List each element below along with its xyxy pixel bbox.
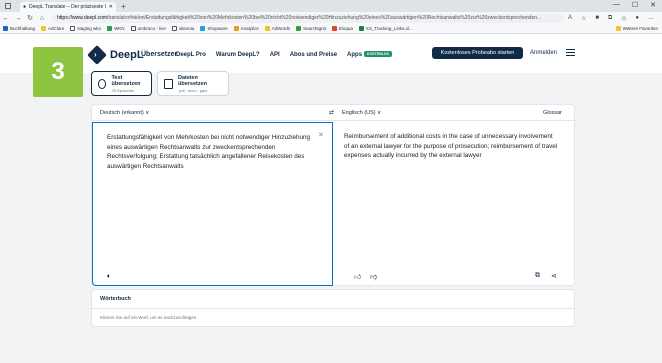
analytics-icon [233, 26, 239, 31]
excel-icon [358, 26, 364, 31]
reload-icon[interactable]: ↻ [24, 14, 36, 22]
copy-icon[interactable]: ⧉ [535, 272, 540, 280]
mode-subtitle: .pdf, .docx, .pptx [177, 87, 208, 93]
page-icon [130, 26, 136, 31]
close-window-icon[interactable]: ✕ [650, 1, 656, 9]
new-tab-icon[interactable]: + [121, 2, 126, 11]
speaker-icon[interactable]: 🔈︎ [107, 273, 111, 281]
nav-api[interactable]: API [270, 52, 280, 58]
brand-subtitle[interactable]: Übersetzer [141, 51, 177, 58]
nav-pricing[interactable]: Abos und Preise [290, 52, 337, 58]
site-icon [331, 26, 337, 31]
back-icon[interactable]: ← [0, 15, 12, 22]
logo-glyph: › [94, 50, 97, 59]
nav-apps[interactable]: Apps KOSTENLOS [347, 51, 392, 58]
language-row: Deutsch (erkannt) ∨ ⇄ Englisch (US) ∨ Gl… [92, 105, 576, 121]
deepl-logo-icon[interactable] [87, 45, 107, 65]
mode-title: Text übersetzen [111, 74, 141, 87]
target-text[interactable]: Reimbursement of additional costs in the… [344, 132, 559, 161]
maximize-icon[interactable]: ☐ [632, 1, 638, 9]
tab-favicon-icon: ● [23, 4, 27, 10]
folder-icon [3, 26, 8, 31]
bookmark-item[interactable]: Eloqua [331, 26, 353, 31]
bookmark-item[interactable]: staging wko [70, 26, 101, 31]
site-icon [296, 26, 302, 31]
mode-subtitle: 29 Sprachen [111, 87, 135, 93]
document-icon [164, 78, 173, 89]
browser-tab[interactable]: ● DeepL Translate – Der präziseste Übers… [20, 2, 116, 12]
bookmark-item[interactable]: siteonia [171, 26, 194, 31]
globe-icon [98, 78, 107, 89]
tab-title: DeepL Translate – Der präziseste Überset… [29, 4, 106, 10]
free-trial-button[interactable]: Kostenloses Probeabo starten [432, 47, 523, 59]
folder-icon [41, 26, 47, 31]
mode-title: Dateien übersetzen [177, 74, 208, 87]
bookmark-item[interactable]: XS_Tracking_Links.xl... [358, 26, 413, 31]
url-field[interactable]: https://www.deepl.com/translator#de/en/E… [52, 13, 565, 23]
nav-deepl-pro[interactable]: DeepL Pro [176, 52, 206, 58]
bookmark-item[interactable]: SearchIgnit [296, 26, 326, 31]
swap-languages-icon[interactable]: ⇄ [329, 109, 334, 116]
extension-icons: A ☆ ■ ⧉ ✩ ● … [568, 15, 662, 22]
translate-text-tab[interactable]: Text übersetzen 29 Sprachen [91, 71, 152, 96]
bookmark-item[interactable]: AdClare [41, 26, 64, 31]
dictionary-panel: Wörterbuch Klicken Sie auf ein Wort, um … [91, 289, 575, 327]
address-bar: ← → ↻ ⌂ https://www.deepl.com/translator… [0, 12, 662, 24]
dictionary-hint: Klicken Sie auf ein Wort, um es nachzusc… [100, 315, 198, 320]
thumbs-up-icon[interactable]: 👍︎ [354, 272, 361, 281]
brand-name[interactable]: DeepL [110, 49, 144, 61]
clear-text-icon[interactable]: ✕ [318, 131, 324, 139]
share-icon[interactable]: ⋖ [551, 272, 557, 280]
main-nav: DeepL Pro Warum DeepL? API Abos und Prei… [176, 51, 392, 58]
favorite-star-icon[interactable]: ☆ [581, 15, 586, 22]
site-icon [107, 26, 113, 31]
folder-icon [615, 26, 621, 31]
window-menu-icon[interactable] [5, 3, 11, 9]
adwords-icon [264, 26, 270, 31]
url-domain: https://www.deepl.com [57, 15, 108, 21]
bookmark-item[interactable]: WKN [107, 26, 125, 31]
target-language-select[interactable]: Englisch (US) ∨ [342, 110, 381, 116]
other-favorites[interactable]: Weitere Favoriten [615, 26, 658, 31]
translate-files-tab[interactable]: Dateien übersetzen .pdf, .docx, .pptx [157, 71, 229, 96]
free-badge: KOSTENLOS [364, 51, 392, 58]
menu-icon[interactable] [566, 49, 575, 58]
divider [92, 308, 574, 309]
read-aloud-icon[interactable]: A [568, 15, 572, 22]
site-icon [200, 26, 206, 31]
thumbs-down-icon[interactable]: 👎︎ [370, 272, 377, 281]
nav-why-deepl[interactable]: Warum DeepL? [216, 52, 260, 58]
favorites-icon[interactable]: ✩ [621, 15, 626, 22]
bookmark-item[interactable]: Shopware [200, 26, 228, 31]
translator-panel: Deutsch (erkannt) ∨ ⇄ Englisch (US) ∨ Gl… [91, 104, 576, 286]
bookmark-item[interactable]: AdWords [264, 26, 290, 31]
login-link[interactable]: Anmelden [530, 50, 557, 56]
source-text[interactable]: Erstattungsfähigkeit von Mehrkosten bei … [107, 133, 317, 171]
browser-tab-bar: ● DeepL Translate – Der präziseste Übers… [0, 0, 662, 12]
dictionary-title: Wörterbuch [100, 296, 131, 302]
collections-icon[interactable]: ⧉ [608, 15, 612, 22]
step-number-badge: 3 [33, 47, 83, 97]
glossary-button[interactable]: Glossar [543, 110, 562, 116]
window-controls: — ☐ ✕ [613, 1, 656, 9]
source-language-select[interactable]: Deutsch (erkannt) ∨ [100, 110, 149, 116]
tab-close-icon[interactable]: ✕ [109, 4, 113, 10]
bookmarks-bar: Buchhaltung AdClare staging wko WKN umbr… [0, 24, 662, 34]
site-header: › DeepL Übersetzer DeepL Pro Warum DeepL… [0, 35, 662, 73]
bookmark-item[interactable]: Analytics [233, 26, 259, 31]
page-icon [70, 26, 76, 31]
source-textarea[interactable]: Erstattungsfähigkeit von Mehrkosten bei … [92, 122, 333, 286]
minimize-icon[interactable]: — [613, 1, 620, 9]
home-icon[interactable]: ⌂ [36, 15, 48, 22]
more-menu-icon[interactable]: … [648, 15, 654, 22]
bookmark-item[interactable]: Buchhaltung [3, 26, 35, 31]
page-icon [171, 26, 177, 31]
url-path: /translator#de/en/Erstattungsfähigkeit%2… [107, 15, 542, 21]
profile-icon[interactable]: ● [635, 15, 639, 22]
forward-icon[interactable]: → [12, 15, 24, 22]
bookmark-item[interactable]: umbraco - live [130, 26, 166, 31]
extension-icon[interactable]: ■ [595, 15, 599, 22]
